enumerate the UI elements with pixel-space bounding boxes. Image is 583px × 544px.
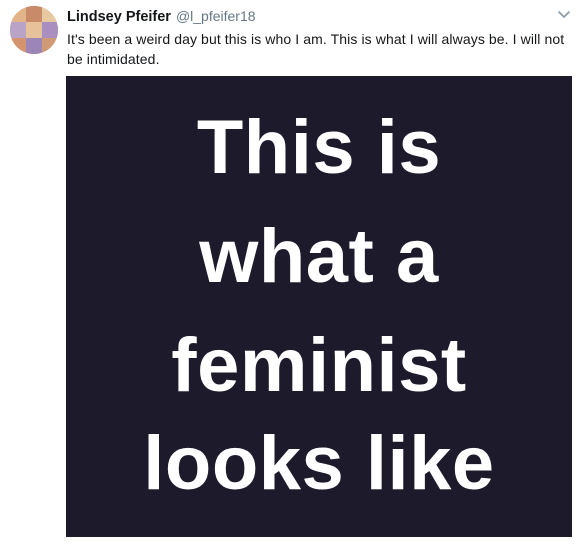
tweet-header: Lindsey Pfeifer @l_pfeifer18 bbox=[67, 8, 256, 26]
avatar-image bbox=[10, 6, 58, 54]
user-handle[interactable]: @l_pfeifer18 bbox=[176, 8, 256, 24]
display-name[interactable]: Lindsey Pfeifer bbox=[67, 9, 171, 25]
media-text-line: looks like bbox=[143, 421, 495, 506]
media-text-line: This is bbox=[196, 105, 442, 190]
tweet-card: Lindsey Pfeifer @l_pfeifer18 It's been a… bbox=[0, 0, 583, 544]
tweet-media-image[interactable]: This is what a feminist looks like bbox=[66, 76, 572, 537]
media-text-line: feminist bbox=[171, 323, 467, 408]
media-text-line: what a bbox=[199, 214, 439, 299]
tweet-text: It's been a weird day but this is who I … bbox=[67, 31, 565, 67]
chevron-down-icon[interactable] bbox=[557, 8, 571, 20]
avatar[interactable] bbox=[10, 6, 58, 54]
